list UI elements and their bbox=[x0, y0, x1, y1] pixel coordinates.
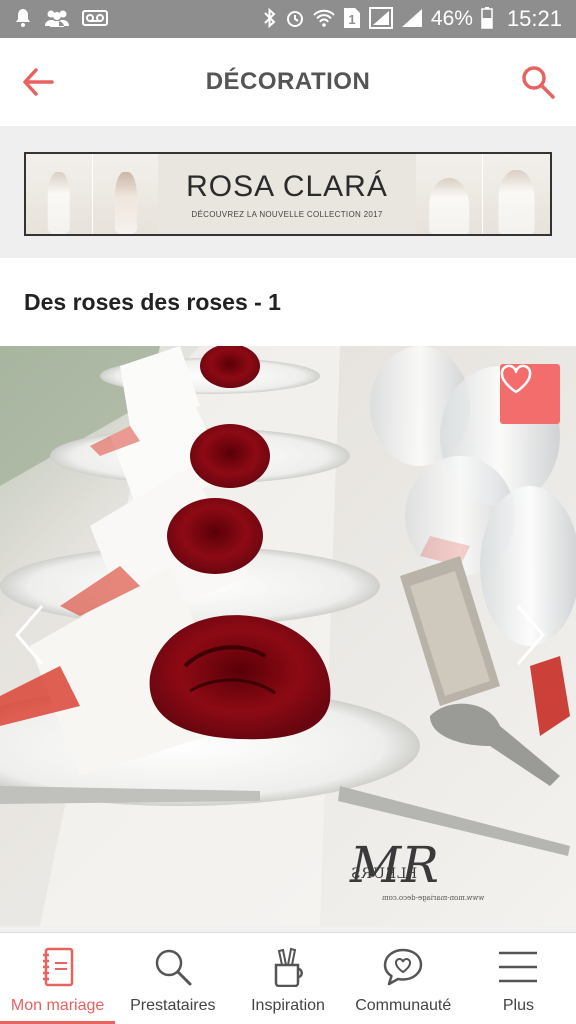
search-icon bbox=[153, 945, 193, 989]
nav-communaute[interactable]: Communauté bbox=[346, 933, 461, 1024]
banner-brand-block: ROSA CLARÁ DÉCOUVREZ LA NOUVELLE COLLECT… bbox=[158, 154, 416, 234]
status-bar: 1 46% 15:21 bbox=[0, 0, 576, 38]
rose-table-image bbox=[0, 346, 576, 926]
back-arrow-icon bbox=[23, 68, 54, 96]
battery-percent: 46% bbox=[430, 7, 473, 30]
favorite-button[interactable] bbox=[500, 364, 560, 424]
gallery-title: Des roses des roses - 1 bbox=[24, 288, 281, 315]
next-photo-button[interactable] bbox=[516, 604, 562, 674]
nav-label: Communauté bbox=[355, 997, 452, 1014]
notebook-icon bbox=[38, 945, 78, 989]
banner-tagline: DÉCOUVREZ LA NOUVELLE COLLECTION 2017 bbox=[191, 209, 383, 219]
status-left bbox=[14, 8, 108, 31]
ad-banner[interactable]: ROSA CLARÁ DÉCOUVREZ LA NOUVELLE COLLECT… bbox=[24, 152, 552, 236]
voicemail-icon bbox=[82, 9, 108, 29]
banner-photo-2 bbox=[92, 154, 158, 234]
watermark-url: www.mon-mariage-deco.com bbox=[382, 894, 485, 902]
battery-icon bbox=[481, 6, 493, 32]
nav-label: Mon mariage bbox=[10, 997, 105, 1014]
previous-photo-button[interactable] bbox=[14, 604, 60, 674]
nav-label: Inspiration bbox=[251, 997, 325, 1014]
sim-number: 1 bbox=[348, 12, 355, 27]
nav-prestataires[interactable]: Prestataires bbox=[115, 933, 230, 1024]
app-screen: 1 46% 15:21 DÉCORATION ROSA CLARÁ DÉCOUV… bbox=[0, 0, 576, 1024]
ad-banner-container: ROSA CLARÁ DÉCOUVREZ LA NOUVELLE COLLECT… bbox=[0, 126, 576, 258]
banner-photo-3 bbox=[416, 154, 482, 234]
sim-icon: 1 bbox=[343, 7, 361, 32]
chat-heart-icon bbox=[383, 945, 423, 989]
cell-signal-icon bbox=[401, 8, 423, 31]
banner-photo-4 bbox=[482, 154, 550, 234]
bottom-navigation: Mon mariage Prestataires Inspiration Com… bbox=[0, 932, 576, 1024]
clock-time: 15:21 bbox=[506, 6, 562, 31]
back-button[interactable] bbox=[18, 62, 58, 102]
banner-brand: ROSA CLARÁ bbox=[186, 169, 388, 203]
nav-label: Prestataires bbox=[130, 997, 216, 1014]
nav-label: Plus bbox=[502, 997, 534, 1014]
app-bar: DÉCORATION bbox=[0, 38, 576, 126]
gallery-title-strip: Des roses des roses - 1 bbox=[0, 258, 576, 346]
status-right: 1 46% 15:21 bbox=[263, 6, 562, 32]
search-button[interactable] bbox=[518, 62, 558, 102]
chevron-right-icon bbox=[516, 605, 545, 665]
pencil-cup-icon bbox=[268, 945, 308, 989]
menu-icon bbox=[498, 945, 538, 989]
nav-plus[interactable]: Plus bbox=[461, 933, 576, 1024]
watermark-name: FLEURS bbox=[350, 866, 418, 882]
nav-mon-mariage[interactable]: Mon mariage bbox=[0, 933, 116, 1024]
nav-inspiration[interactable]: Inspiration bbox=[230, 933, 345, 1024]
photo-watermark: MR FLEURS www.mon-mariage-deco.com bbox=[350, 836, 484, 902]
bluetooth-icon bbox=[263, 7, 277, 31]
page-title: DÉCORATION bbox=[205, 68, 371, 95]
gallery-photo[interactable]: MR FLEURS www.mon-mariage-deco.com bbox=[0, 346, 576, 926]
signal-box-icon bbox=[368, 6, 393, 32]
wifi-icon bbox=[313, 8, 335, 31]
group-icon bbox=[44, 9, 70, 30]
watermark-logo-icon: MR bbox=[350, 836, 439, 894]
bell-icon bbox=[14, 8, 32, 31]
alarm-icon bbox=[285, 8, 305, 31]
heart-icon bbox=[500, 364, 532, 394]
chevron-left-icon bbox=[15, 605, 44, 665]
banner-photo-1 bbox=[26, 154, 92, 234]
search-icon bbox=[522, 66, 555, 99]
